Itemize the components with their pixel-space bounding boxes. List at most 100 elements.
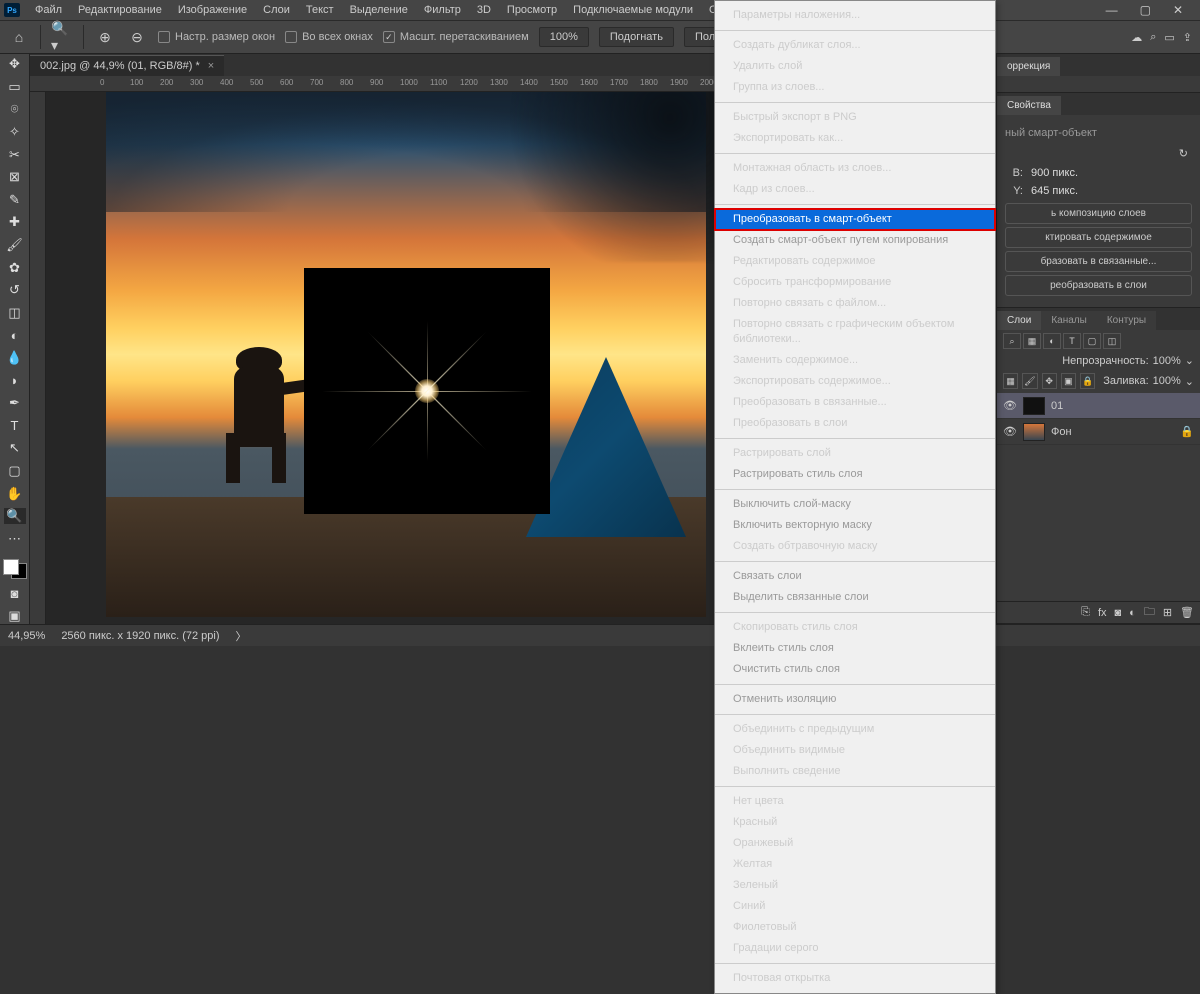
visibility-icon[interactable]: 👁 [1003, 425, 1017, 438]
zoom-100-button[interactable]: 100% [539, 27, 589, 47]
edit-contents-button[interactable]: ктировать содержимое [1005, 227, 1192, 248]
menu-3d[interactable]: 3D [470, 2, 498, 18]
document-tab[interactable]: 002.jpg @ 44,9% (01, RGB/8#) *× [30, 55, 224, 76]
frame-tool-icon[interactable]: ⊠ [4, 169, 26, 186]
marquee-tool-icon[interactable]: ▭ [4, 79, 26, 96]
layer-comp-button[interactable]: ь композицию слоев [1005, 203, 1192, 224]
stamp-tool-icon[interactable]: ✿ [4, 259, 26, 276]
context-menu-item[interactable]: Объединить с предыдущим [715, 719, 995, 740]
context-menu-item[interactable]: Растрировать слой [715, 443, 995, 464]
zoom-out-icon[interactable]: ⊖ [126, 26, 148, 48]
context-menu-item[interactable]: Синий [715, 896, 995, 917]
filter-type-icon[interactable]: T [1063, 333, 1081, 349]
window-maximize-icon[interactable]: ▢ [1133, 1, 1158, 19]
resize-windows-checkbox[interactable] [158, 31, 170, 43]
type-tool-icon[interactable]: T [4, 418, 26, 435]
hand-tool-icon[interactable]: ✋ [4, 485, 26, 502]
filter-shape-icon[interactable]: ▢ [1083, 333, 1101, 349]
panel-tab-correction[interactable]: оррекция [997, 57, 1060, 76]
filter-image-icon[interactable]: ▦ [1023, 333, 1041, 349]
layer-mask-icon[interactable]: ◙ [1115, 607, 1122, 619]
convert-layers-button[interactable]: реобразовать в слои [1005, 275, 1192, 296]
lock-transparent-icon[interactable]: ▦ [1003, 373, 1018, 389]
layer-filter-icon[interactable]: ⌕ [1003, 333, 1021, 349]
menu-plugins[interactable]: Подключаемые модули [566, 2, 700, 18]
menu-view[interactable]: Просмотр [500, 2, 564, 18]
context-menu-item[interactable]: Объединить видимые [715, 740, 995, 761]
close-tab-icon[interactable]: × [208, 60, 214, 72]
context-menu-item[interactable]: Преобразовать в связанные... [715, 392, 995, 413]
status-arrow-icon[interactable]: 〉 [236, 628, 247, 644]
menu-edit[interactable]: Редактирование [71, 2, 169, 18]
scrub-zoom-checkbox[interactable]: ✓ [383, 31, 395, 43]
context-menu-item[interactable]: Повторно связать с графическим объектом … [715, 314, 995, 350]
panel-tab-paths[interactable]: Контуры [1097, 311, 1156, 330]
layer-thumb[interactable] [1023, 423, 1045, 441]
context-menu-item-highlighted[interactable]: Преобразовать в смарт-объект [715, 209, 995, 230]
blur-tool-icon[interactable]: 💧 [4, 350, 26, 367]
zoom-tool-icon[interactable]: 🔍 [4, 508, 26, 525]
context-menu-item[interactable]: Желтая [715, 854, 995, 875]
context-menu-item[interactable]: Создать дубликат слоя... [715, 35, 995, 56]
context-menu-item[interactable]: Заменить содержимое... [715, 350, 995, 371]
visibility-icon[interactable]: 👁 [1003, 399, 1017, 412]
lock-artboard-icon[interactable]: ▣ [1061, 373, 1076, 389]
shape-tool-icon[interactable]: ▢ [4, 463, 26, 480]
context-menu-item[interactable]: Удалить слой [715, 56, 995, 77]
brush-tool-icon[interactable]: 🖌 [4, 237, 26, 254]
menu-select[interactable]: Выделение [343, 2, 415, 18]
filter-adjust-icon[interactable]: ◐ [1043, 333, 1061, 349]
window-minimize-icon[interactable]: — [1099, 1, 1125, 19]
share-icon[interactable]: ⇪ [1183, 31, 1192, 44]
zoom-level[interactable]: 44,95% [8, 630, 45, 642]
context-menu-item[interactable]: Редактировать содержимое [715, 251, 995, 272]
group-icon[interactable]: 🗀 [1144, 603, 1155, 622]
cloud-icon[interactable]: ☁ [1131, 31, 1142, 44]
context-menu-item[interactable]: Повторно связать с файлом... [715, 293, 995, 314]
layer-style-icon[interactable]: fx [1098, 607, 1107, 619]
panel-tab-properties[interactable]: Свойства [997, 96, 1061, 115]
context-menu-item[interactable]: Фиолетовый [715, 917, 995, 938]
color-swatches[interactable] [3, 559, 27, 579]
fill-value[interactable]: 100% [1153, 375, 1181, 387]
context-menu-item[interactable]: Красный [715, 812, 995, 833]
layer-name[interactable]: 01 [1051, 400, 1063, 412]
home-icon[interactable]: ⌂ [8, 26, 30, 48]
eraser-tool-icon[interactable]: ◫ [4, 305, 26, 322]
context-menu-item[interactable]: Оранжевый [715, 833, 995, 854]
panel-tab-channels[interactable]: Каналы [1041, 311, 1097, 330]
context-menu-item[interactable]: Сбросить трансформирование [715, 272, 995, 293]
lock-all-icon[interactable]: 🔒 [1080, 373, 1095, 389]
layer-row[interactable]: 👁 01 [997, 393, 1200, 419]
adjustment-layer-icon[interactable]: ◐ [1129, 607, 1136, 619]
link-layers-icon[interactable]: ⎘ [1081, 606, 1090, 619]
context-menu-item[interactable]: Выполнить сведение [715, 761, 995, 782]
context-menu-item[interactable]: Зеленый [715, 875, 995, 896]
context-menu-item[interactable]: Преобразовать в слои [715, 413, 995, 434]
move-tool-icon[interactable]: ✥ [4, 56, 26, 73]
wand-tool-icon[interactable]: ✧ [4, 124, 26, 141]
context-menu-item[interactable]: Группа из слоев... [715, 77, 995, 98]
new-layer-icon[interactable]: ⊞ [1163, 606, 1172, 619]
context-menu-item[interactable]: Нет цвета [715, 791, 995, 812]
pen-tool-icon[interactable]: ✒ [4, 395, 26, 412]
menu-file[interactable]: Файл [28, 2, 69, 18]
context-menu-item[interactable]: Параметры наложения... [715, 5, 995, 26]
zoom-in-icon[interactable]: ⊕ [94, 26, 116, 48]
menu-layers[interactable]: Слои [256, 2, 297, 18]
context-menu-item[interactable]: Почтовая открытка [715, 968, 995, 989]
context-menu-item[interactable]: Экспортировать как... [715, 128, 995, 149]
layer-thumb[interactable] [1023, 397, 1045, 415]
layer-row[interactable]: 👁 Фон 🔒 [997, 419, 1200, 445]
eyedropper-tool-icon[interactable]: ✎ [4, 192, 26, 209]
convert-linked-button[interactable]: бразовать в связанные... [1005, 251, 1192, 272]
context-menu-item[interactable]: Монтажная область из слоев... [715, 158, 995, 179]
path-select-tool-icon[interactable]: ↖ [4, 440, 26, 457]
menu-image[interactable]: Изображение [171, 2, 254, 18]
context-menu-item[interactable]: Быстрый экспорт в PNG [715, 107, 995, 128]
heal-tool-icon[interactable]: ✚ [4, 214, 26, 231]
lasso-tool-icon[interactable]: ⌾ [4, 101, 26, 118]
gradient-tool-icon[interactable]: ◐ [4, 327, 26, 344]
lock-position-icon[interactable]: ✥ [1042, 373, 1057, 389]
menu-filter[interactable]: Фильтр [417, 2, 468, 18]
